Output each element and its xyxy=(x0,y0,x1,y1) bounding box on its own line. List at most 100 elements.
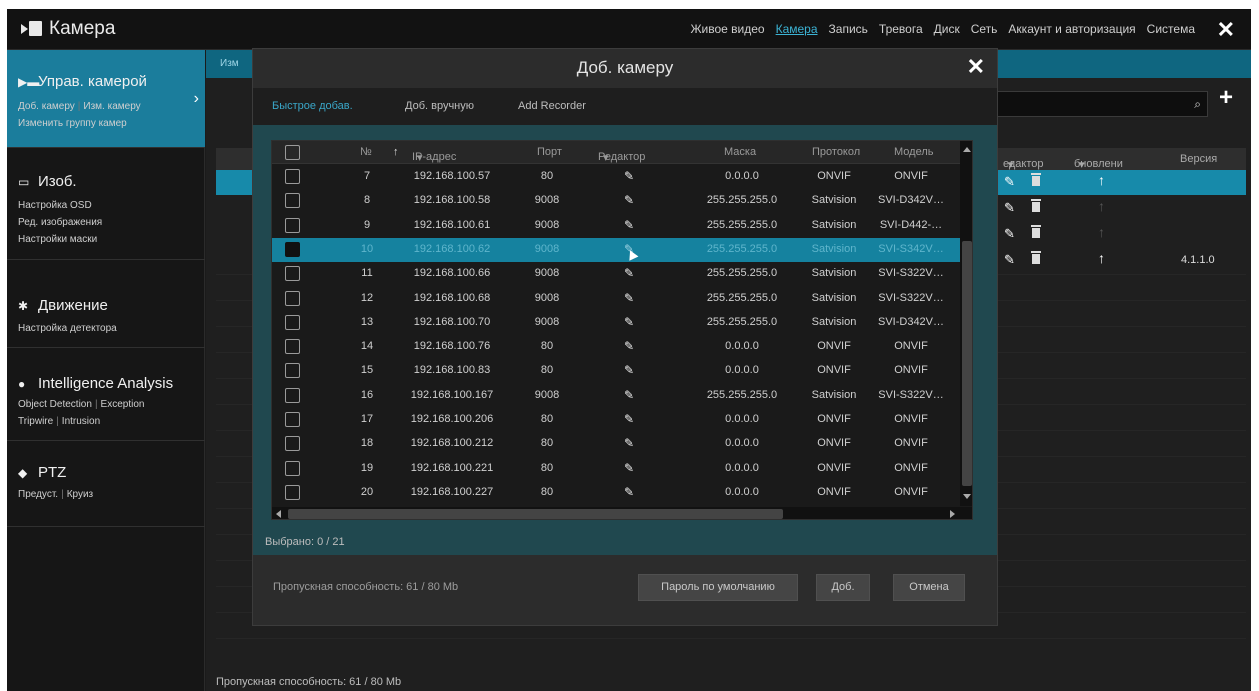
edit-pencil-icon[interactable]: ✎ xyxy=(1004,200,1015,216)
device-row[interactable]: 19 192.168.100.221 80 0.0.0.0 ONVIF ONVIF ✎ xyxy=(272,457,960,481)
nav-item[interactable]: Система xyxy=(1147,22,1195,36)
upgrade-arrow-icon[interactable]: ↑ xyxy=(1098,224,1105,240)
row-checkbox[interactable] xyxy=(285,266,300,282)
row-checkbox[interactable] xyxy=(285,436,300,452)
upgrade-arrow-icon[interactable]: ↑ xyxy=(1098,172,1105,188)
edit-pencil-icon[interactable]: ✎ xyxy=(1004,226,1015,242)
sidebar-link-preset[interactable]: Предуст. xyxy=(18,489,58,500)
col-port[interactable]: Порт xyxy=(537,146,562,158)
cancel-button[interactable]: Отмена xyxy=(893,574,965,601)
trash-icon[interactable] xyxy=(1031,225,1041,238)
upgrade-arrow-icon[interactable]: ↑ xyxy=(1098,198,1105,214)
row-checkbox[interactable] xyxy=(285,169,300,184)
device-row[interactable]: 7 192.168.100.57 80 0.0.0.0 ONVIF ONVIF ✎ xyxy=(272,165,960,189)
sidebar-link-image-edit[interactable]: Ред. изображения xyxy=(18,217,102,228)
device-row[interactable]: 11 192.168.100.66 9008 255.255.255.0 Satvisi… xyxy=(272,262,960,286)
trash-icon[interactable] xyxy=(1031,199,1041,212)
sidebar-link-osd[interactable]: Настройка OSD xyxy=(18,200,92,211)
edit-pencil-icon[interactable]: ✎ xyxy=(624,193,634,207)
search-icon[interactable]: ⌕ xyxy=(1194,97,1201,112)
edit-pencil-icon[interactable]: ✎ xyxy=(624,412,634,426)
row-checkbox[interactable] xyxy=(285,412,300,427)
sidebar-group-motion[interactable]: ✱ Движение Настройка детектора xyxy=(7,260,205,348)
sidebar-link-intrusion[interactable]: Intrusion xyxy=(62,416,100,427)
scroll-down-icon[interactable] xyxy=(963,494,971,499)
close-icon[interactable]: ✕ xyxy=(1217,17,1235,43)
row-checkbox[interactable] xyxy=(285,290,300,306)
tab-edit-camera[interactable]: Изм xyxy=(220,58,239,69)
tab-manual-add[interactable]: Доб. вручную xyxy=(405,100,474,112)
edit-pencil-icon[interactable]: ✎ xyxy=(1004,174,1015,190)
row-checkbox[interactable] xyxy=(285,217,300,233)
device-row[interactable]: 20 192.168.100.227 80 0.0.0.0 ONVIF ONVIF ✎ xyxy=(272,481,960,505)
device-row[interactable]: 17 192.168.100.206 80 0.0.0.0 ONVIF ONVIF ✎ xyxy=(272,408,960,432)
trash-icon[interactable] xyxy=(1031,173,1041,186)
scroll-left-icon[interactable] xyxy=(276,510,281,518)
row-checkbox[interactable] xyxy=(285,241,300,257)
row-checkbox[interactable] xyxy=(285,484,300,500)
search-input[interactable]: ⌕ xyxy=(996,91,1208,117)
col-protocol[interactable]: Протокол xyxy=(812,146,860,158)
edit-pencil-icon[interactable]: ✎ xyxy=(624,388,634,402)
edit-pencil-icon[interactable]: ✎ xyxy=(624,461,634,475)
edit-pencil-icon[interactable]: ✎ xyxy=(624,363,634,377)
edit-pencil-icon[interactable]: ✎ xyxy=(624,266,634,280)
trash-icon[interactable] xyxy=(1031,251,1041,264)
add-button[interactable]: Доб. xyxy=(816,574,870,601)
tab-quick-add[interactable]: Быстрое добав. xyxy=(272,100,353,112)
close-icon[interactable]: ✕ xyxy=(967,54,985,80)
nav-item[interactable]: Аккаунт и авторизация xyxy=(1008,22,1135,36)
sidebar-link-exception[interactable]: Exception xyxy=(101,399,145,410)
edit-pencil-icon[interactable]: ✎ xyxy=(1004,252,1015,268)
scroll-thumb[interactable] xyxy=(962,241,972,486)
sidebar-group-ptz[interactable]: ◆ PTZ Предуст. | Круиз xyxy=(7,441,205,527)
edit-pencil-icon[interactable]: ✎ xyxy=(624,436,634,450)
row-checkbox[interactable] xyxy=(285,387,300,403)
row-checkbox[interactable] xyxy=(285,339,300,355)
edit-pencil-icon[interactable]: ✎ xyxy=(624,485,634,499)
col-model[interactable]: Модель xyxy=(894,146,933,158)
nav-item[interactable]: Сеть xyxy=(971,22,998,36)
nav-item[interactable]: Тревога xyxy=(879,22,923,36)
row-checkbox[interactable] xyxy=(285,460,300,476)
upgrade-arrow-icon[interactable]: ↑ xyxy=(1098,250,1105,266)
default-password-button[interactable]: Пароль по умолчанию xyxy=(638,574,798,601)
sidebar-link-cruise[interactable]: Круиз xyxy=(67,489,93,500)
edit-pencil-icon[interactable]: ✎ xyxy=(624,339,634,353)
nav-item[interactable]: Живое видео xyxy=(690,22,764,36)
device-row[interactable]: 9 192.168.100.61 9008 255.255.255.0 Satvisio… xyxy=(272,214,960,238)
nav-item[interactable]: Камера xyxy=(776,22,818,36)
device-row[interactable]: 8 192.168.100.58 9008 255.255.255.0 Satvisio… xyxy=(272,189,960,213)
device-row[interactable]: 18 192.168.100.212 80 0.0.0.0 ONVIF ONVIF ✎ xyxy=(272,432,960,456)
edit-pencil-icon[interactable]: ✎ xyxy=(624,315,634,329)
device-row[interactable]: 16 192.168.100.167 9008 255.255.255.0 Satvis… xyxy=(272,384,960,408)
nav-item[interactable]: Диск xyxy=(934,22,960,36)
tab-add-recorder[interactable]: Add Recorder xyxy=(518,100,586,112)
nav-item[interactable]: Запись xyxy=(829,22,868,36)
row-checkbox[interactable] xyxy=(285,193,300,209)
sidebar-group-image[interactable]: ▭ Изоб. Настройка OSD Ред. изображения На… xyxy=(7,148,205,260)
device-row[interactable]: 14 192.168.100.76 80 0.0.0.0 ONVIF ONVIF ✎ xyxy=(272,335,960,359)
col-mask[interactable]: Маска xyxy=(724,146,756,158)
col-no[interactable]: № xyxy=(360,146,372,158)
sidebar-group-intelligence[interactable]: ● Intelligence Analysis Object Detection |… xyxy=(7,348,205,441)
device-row[interactable]: 13 192.168.100.70 9008 255.255.255.0 Satvisi… xyxy=(272,311,960,335)
sidebar-link-tripwire[interactable]: Tripwire xyxy=(18,416,53,427)
edit-pencil-icon[interactable]: ✎ xyxy=(624,291,634,305)
select-all-checkbox[interactable] xyxy=(285,145,300,160)
sort-up-icon[interactable]: ↑ xyxy=(393,146,399,158)
sidebar-link-camera-group[interactable]: Изменить группу камер xyxy=(18,118,127,129)
sidebar-link-detector[interactable]: Настройка детектора xyxy=(18,323,117,334)
sidebar-link-object-detection[interactable]: Object Detection xyxy=(18,399,92,410)
row-checkbox[interactable] xyxy=(285,363,300,379)
scroll-up-icon[interactable] xyxy=(963,147,971,152)
sidebar-link-mask[interactable]: Настройки маски xyxy=(18,234,97,245)
vertical-scrollbar[interactable] xyxy=(960,141,972,506)
device-row[interactable]: 12 192.168.100.68 9008 255.255.255.0 Satvisi… xyxy=(272,287,960,311)
sidebar-link-edit-camera[interactable]: Изм. камеру xyxy=(83,101,140,112)
horizontal-scrollbar[interactable] xyxy=(272,507,972,519)
device-row[interactable]: 10 192.168.100.62 9008 255.255.255.0 Satvisi… xyxy=(272,237,960,262)
row-checkbox[interactable] xyxy=(285,314,300,330)
scroll-right-icon[interactable] xyxy=(950,510,955,518)
edit-pencil-icon[interactable]: ✎ xyxy=(624,169,634,183)
